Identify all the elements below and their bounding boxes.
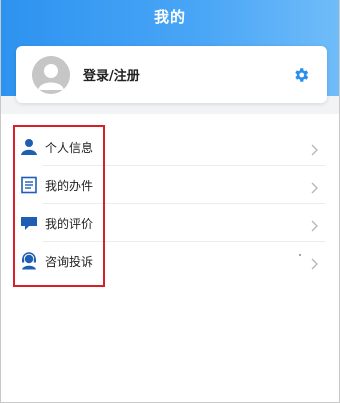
chevron-right-icon	[311, 255, 319, 270]
highlight-annotation-box	[13, 125, 105, 287]
stray-dot	[299, 254, 301, 256]
chevron-right-icon	[311, 179, 319, 194]
page-title: 我的	[153, 8, 186, 26]
chevron-right-icon	[311, 141, 319, 156]
chevron-right-icon	[311, 217, 319, 232]
login-register-link[interactable]: 登录/注册	[83, 65, 140, 84]
gear-icon[interactable]	[292, 66, 310, 84]
avatar[interactable]	[32, 56, 70, 94]
user-avatar-icon	[32, 56, 70, 94]
screen: 我的 登录/注册 个人信息 我的办件 我的评价 咨询投诉	[0, 0, 340, 403]
profile-card[interactable]: 登录/注册	[16, 46, 327, 103]
